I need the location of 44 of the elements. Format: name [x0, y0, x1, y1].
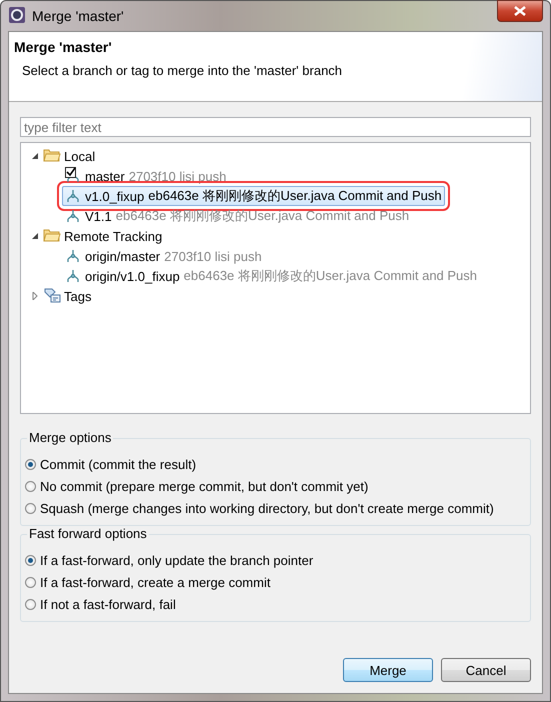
commit-summary: eb6463e 将刚刚修改的User.java Commit and Push — [116, 207, 410, 225]
group-title: Merge options — [27, 430, 114, 445]
page-title: Merge 'master' — [14, 39, 113, 55]
expand-toggle[interactable] — [30, 151, 40, 161]
radio-button[interactable] — [25, 598, 36, 610]
filter-field[interactable]: type filter text — [20, 117, 531, 137]
branch-name: origin/v1.0_fixup — [85, 268, 180, 284]
commit-summary: 2703f10 lisi push — [128, 168, 226, 184]
dialog-button[interactable]: Cancel — [441, 658, 531, 682]
window-title: Merge 'master' — [32, 8, 124, 24]
tree-group-label[interactable]: Local — [64, 148, 96, 164]
radio-button[interactable] — [25, 554, 36, 566]
folder-icon — [43, 228, 61, 244]
radio-label[interactable]: Squash (merge changes into working directory, but don't create merge commit) — [40, 500, 494, 516]
radio-label[interactable]: Commit (commit the result) — [40, 456, 196, 472]
group-title: Fast forward options — [27, 526, 149, 541]
folder-icon — [43, 148, 61, 164]
radio-button[interactable] — [25, 480, 36, 492]
page-description: Select a branch or tag to merge into the 'master' branch — [22, 63, 344, 78]
tree-group-label[interactable]: Remote Tracking — [64, 228, 162, 244]
radio-label[interactable]: If a fast-forward, create a merge commit — [40, 574, 270, 590]
branch-item[interactable]: origin/v1.0_fixup eb6463e 将刚刚修改的User.java Commit and Push — [62, 266, 480, 286]
close-button[interactable] — [497, 0, 543, 22]
expand-toggle[interactable] — [30, 231, 40, 241]
expand-toggle[interactable] — [30, 291, 40, 301]
radio-label[interactable]: If not a fast-forward, fail — [40, 596, 176, 612]
tags-icon — [43, 286, 61, 306]
branch-item[interactable]: origin/master 2703f10 lisi push — [62, 246, 265, 266]
commit-summary: eb6463e 将刚刚修改的User.java Commit and Push — [148, 187, 442, 205]
branch-name: master — [85, 168, 125, 184]
branch-name: v1.0_fixup — [85, 188, 144, 204]
dialog-button[interactable]: Merge — [343, 658, 433, 682]
radio-label[interactable]: No commit (prepare merge commit, but don't commit yet) — [40, 478, 368, 494]
radio-button[interactable] — [25, 576, 36, 588]
tree-group-label[interactable]: Tags — [64, 288, 92, 304]
radio-button[interactable] — [25, 458, 36, 470]
close-icon — [514, 6, 526, 16]
commit-summary: eb6463e 将刚刚修改的User.java Commit and Push — [184, 267, 478, 285]
radio-label[interactable]: If a fast-forward, only update the branch pointer — [40, 552, 314, 568]
branch-name: V1.1 — [85, 208, 112, 224]
branch-item[interactable]: V1.1 eb6463e 将刚刚修改的User.java Commit and Push — [62, 206, 412, 226]
radio-button[interactable] — [25, 502, 36, 514]
commit-summary: 2703f10 lisi push — [164, 248, 262, 264]
branch-name: origin/master — [85, 248, 160, 264]
